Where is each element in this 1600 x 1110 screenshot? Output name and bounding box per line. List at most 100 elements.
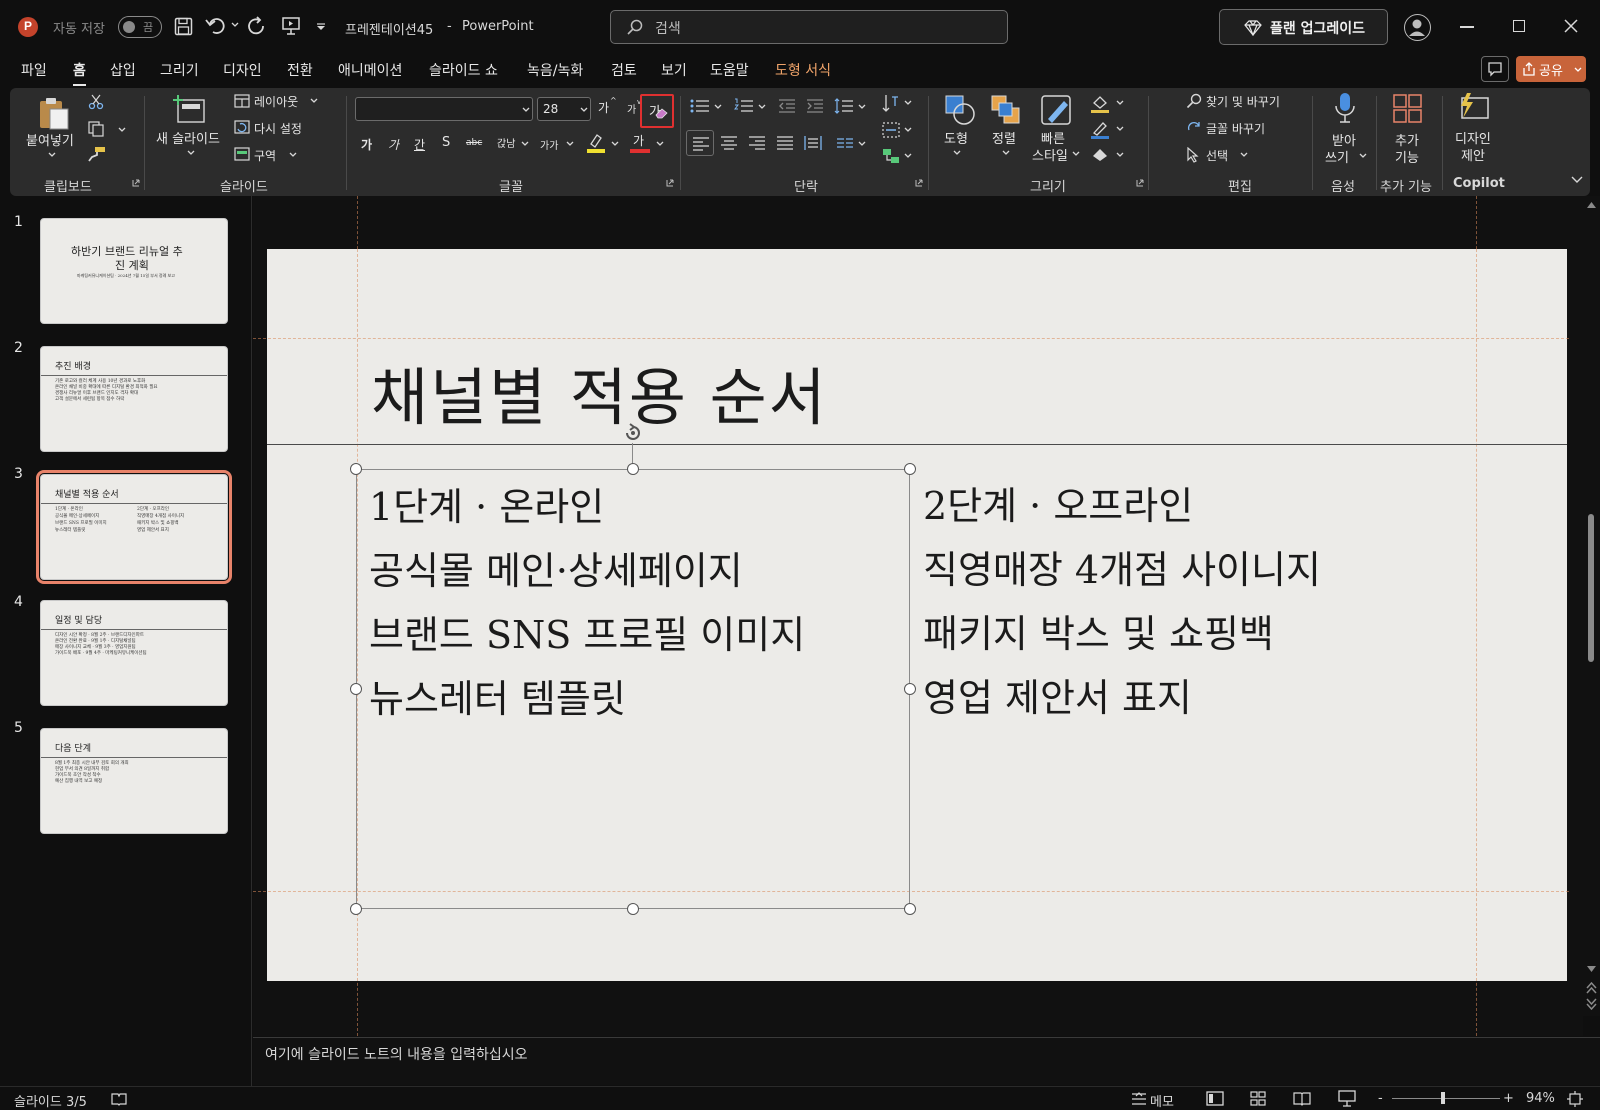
italic-button[interactable]: 가 [388,136,399,153]
scroll-up-icon[interactable] [1587,202,1596,208]
dictate-label-2[interactable]: 쓰기 [1325,147,1349,166]
reading-view-icon[interactable] [1293,1091,1311,1106]
line-spacing-icon[interactable] [834,98,854,114]
font-color-button[interactable]: 가 [630,132,650,154]
paragraph-launcher-icon[interactable] [915,179,923,187]
shape-fill-icon[interactable] [1090,94,1110,114]
redo-icon[interactable] [247,16,267,37]
select-icon[interactable] [1186,147,1200,163]
clipboard-launcher-icon[interactable] [132,179,140,187]
left-item-4[interactable]: 뉴스레터 템플릿 [369,668,626,723]
zoom-in-button[interactable]: + [1503,1091,1514,1106]
resize-handle[interactable] [627,903,639,915]
grow-font-button[interactable]: 가 [598,99,609,116]
reset-label[interactable]: 다시 설정 [254,120,302,137]
copy-icon[interactable] [88,121,104,137]
resize-handle[interactable] [904,463,916,475]
scroll-down-icon[interactable] [1587,966,1596,972]
slideshow-view-icon[interactable] [1338,1090,1356,1107]
shapes-icon[interactable] [944,94,976,126]
arrange-icon[interactable] [990,94,1022,126]
notes-toggle-icon[interactable] [1131,1092,1147,1106]
resize-handle[interactable] [627,463,639,475]
tab-transitions[interactable]: 전환 [287,60,313,80]
paste-label[interactable]: 붙여넣기 [26,130,74,149]
undo-dropdown-icon[interactable] [231,22,239,28]
resize-handle[interactable] [350,463,362,475]
next-slide-icon[interactable] [1586,998,1597,1010]
strikethrough-button[interactable]: abc [466,138,482,148]
section-label[interactable]: 구역 [254,147,276,164]
numbering-icon[interactable] [734,98,754,114]
presentation-from-start-icon[interactable] [282,17,300,35]
share-button[interactable]: 공유 [1516,56,1586,82]
tab-view[interactable]: 보기 [661,60,687,80]
align-text-icon[interactable] [882,121,900,139]
align-right-icon[interactable] [748,135,766,151]
font-size-dropdown[interactable]: 28 [537,97,591,121]
shape-outline-icon[interactable] [1090,120,1110,140]
cut-icon[interactable] [88,94,104,110]
find-icon[interactable] [1186,93,1202,109]
text-direction-icon[interactable] [882,94,900,112]
slide-sorter-icon[interactable] [1250,1091,1266,1106]
highlight-color-icon[interactable] [586,132,606,154]
minimize-icon[interactable] [1460,26,1474,28]
drawing-launcher-icon[interactable] [1136,179,1144,187]
close-icon[interactable] [1563,18,1579,34]
save-icon[interactable] [174,17,193,36]
quick-styles-label-2[interactable]: 스타일 [1032,145,1068,164]
left-item-3[interactable]: 브랜드 SNS 프로필 이미지 [369,604,805,659]
shapes-label[interactable]: 도형 [944,128,968,147]
add-ins-label-2[interactable]: 기능 [1395,147,1419,166]
collapse-ribbon-icon[interactable] [1571,176,1583,184]
tab-slideshow[interactable]: 슬라이드 쇼 [429,60,498,80]
quick-styles-icon[interactable] [1040,93,1074,127]
autosave-toggle[interactable]: 끔 [118,16,162,38]
resize-handle[interactable] [904,903,916,915]
tab-recording[interactable]: 녹음/녹화 [527,60,583,80]
shadow-button[interactable]: S [442,135,450,150]
paste-icon[interactable] [36,96,70,130]
microphone-icon[interactable] [1333,92,1357,126]
tab-review[interactable]: 검토 [611,60,637,80]
notes-label[interactable]: 메모 [1150,1091,1174,1110]
slide-thumbnail-3[interactable]: 채널별 적용 순서 1단계 · 온라인 공식몰 메인·상세페이지 브랜드 SNS… [36,470,232,584]
zoom-out-button[interactable]: - [1378,1091,1383,1106]
right-item-3[interactable]: 패키지 박스 및 쇼핑백 [923,603,1274,658]
fit-to-window-icon[interactable] [1567,1091,1583,1107]
shape-effects-icon[interactable] [1090,146,1110,164]
slide-thumbnail-5[interactable]: 다음 단계 8월 1주 최종 시안 내부 검토 회의 개최 현업 부서 의견 8… [40,728,228,834]
tab-shape-format[interactable]: 도형 서식 [775,60,831,80]
right-item-2[interactable]: 직영매장 4개점 사이니지 [923,539,1321,594]
font-launcher-icon[interactable] [666,179,674,187]
new-slide-icon[interactable] [172,94,206,124]
shrink-font-button[interactable]: 가 [627,101,636,116]
replace-font-icon[interactable] [1186,120,1202,136]
scrollbar-thumb[interactable] [1588,514,1594,662]
tab-home[interactable]: 홈 [73,60,86,86]
align-center-icon[interactable] [720,135,738,151]
justify-icon[interactable] [776,135,794,151]
notes-pane[interactable]: 여기에 슬라이드 노트의 내용을 입력하십시오 [253,1037,1600,1085]
undo-icon[interactable] [205,16,227,36]
slide-thumbnail-1[interactable]: 하반기 브랜드 리뉴얼 추 진 계획 마케팅커뮤니케이션팀 · 2024년 7월… [40,218,228,324]
copy-dropdown-icon[interactable] [118,127,126,133]
increase-indent-icon[interactable] [806,98,824,114]
designer-icon[interactable] [1457,92,1491,122]
arrange-label[interactable]: 정렬 [992,128,1016,147]
bullets-icon[interactable] [690,98,710,114]
select-label[interactable]: 선택 [1206,147,1228,164]
previous-slide-icon[interactable] [1586,982,1597,994]
tab-insert[interactable]: 삽입 [110,60,136,80]
maximize-icon[interactable] [1513,20,1525,32]
search-input[interactable]: 검색 [610,10,1008,44]
bold-button[interactable]: 가 [361,136,372,153]
left-content-placeholder[interactable]: 1단계 · 온라인 공식몰 메인·상세페이지 브랜드 SNS 프로필 이미지 뉴… [356,469,910,909]
slide-thumbnail-4[interactable]: 일정 및 담당 디자인 시안 확정 · 8월 2주 · 브랜드디자인파트 온라인… [40,600,228,706]
distributed-icon[interactable] [804,135,822,151]
right-item-4[interactable]: 영업 제안서 표지 [923,667,1192,722]
comments-button[interactable] [1481,56,1509,82]
slide[interactable]: 채널별 적용 순서 1단계 · 온라인 공식몰 메인·상세페이지 브랜드 SNS… [253,249,1569,981]
customize-toolbar-icon[interactable] [316,23,326,31]
